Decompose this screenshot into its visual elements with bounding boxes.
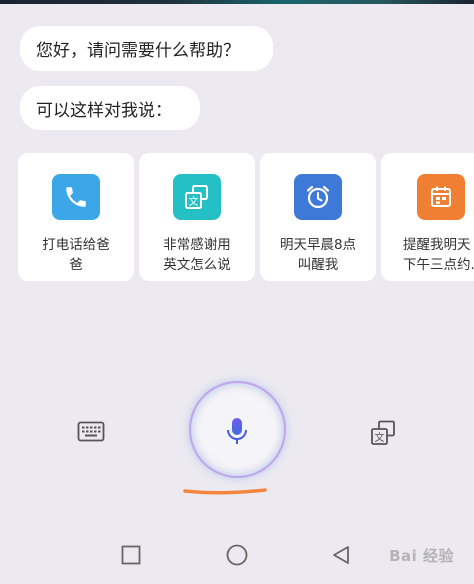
suggestion-label-line1: 打电话给爸 <box>42 237 110 253</box>
translate-icon: 文 <box>371 420 395 445</box>
suggestion-label-line2: 爸 <box>69 257 83 273</box>
annotation-underline <box>183 488 267 495</box>
suggestion-label-line2: 英文怎么说 <box>163 257 231 273</box>
suggestion-card-call[interactable]: 打电话给爸 爸 <box>18 153 134 281</box>
assistant-prompt-bubble: 可以这样对我说： <box>20 86 200 130</box>
svg-text:文: 文 <box>375 431 385 444</box>
microphone-icon <box>224 416 250 448</box>
suggestion-label: 提醒我明天 下午三点约... <box>381 235 474 275</box>
back-button[interactable] <box>331 545 351 565</box>
greeting-text: 您好，请问需要什么帮助？ <box>36 41 240 61</box>
suggestion-label: 明天早晨8点 叫醒我 <box>260 235 376 275</box>
svg-text:文: 文 <box>189 195 199 208</box>
translate-icon: 文 <box>173 174 221 220</box>
suggestion-label-line1: 明天早晨8点 <box>279 237 357 253</box>
suggestion-label: 非常感谢用 英文怎么说 <box>139 235 255 275</box>
status-bar-strip <box>0 0 474 4</box>
phone-icon <box>52 174 100 220</box>
suggestion-label-line1: 提醒我明天 <box>403 237 471 253</box>
alarm-clock-icon <box>294 174 342 220</box>
suggestion-label-line2: 下午三点约... <box>403 257 474 273</box>
keyboard-icon <box>77 421 105 442</box>
suggestion-card-alarm[interactable]: 明天早晨8点 叫醒我 <box>260 153 376 281</box>
watermark: Bai 经验 <box>389 545 454 566</box>
keyboard-button[interactable] <box>77 420 105 444</box>
calendar-icon <box>417 174 465 220</box>
home-button[interactable] <box>226 544 248 566</box>
suggestion-label: 打电话给爸 爸 <box>18 235 134 275</box>
assistant-greeting-bubble: 您好，请问需要什么帮助？ <box>20 26 273 71</box>
suggestion-label-line1: 非常感谢用 <box>163 237 231 253</box>
triangle-back-icon <box>333 546 349 564</box>
circle-icon <box>226 544 248 566</box>
suggestion-label-line2: 叫醒我 <box>297 257 339 273</box>
translate-mode-button[interactable]: 文 <box>369 419 397 447</box>
suggestion-card-translate[interactable]: 文 非常感谢用 英文怎么说 <box>139 153 255 281</box>
square-icon <box>121 545 141 565</box>
recent-apps-button[interactable] <box>121 545 141 565</box>
watermark-text: Bai 经验 <box>389 547 454 565</box>
prompt-text: 可以这样对我说： <box>36 100 172 121</box>
suggestion-card-reminder[interactable]: 提醒我明天 下午三点约... <box>381 153 474 281</box>
